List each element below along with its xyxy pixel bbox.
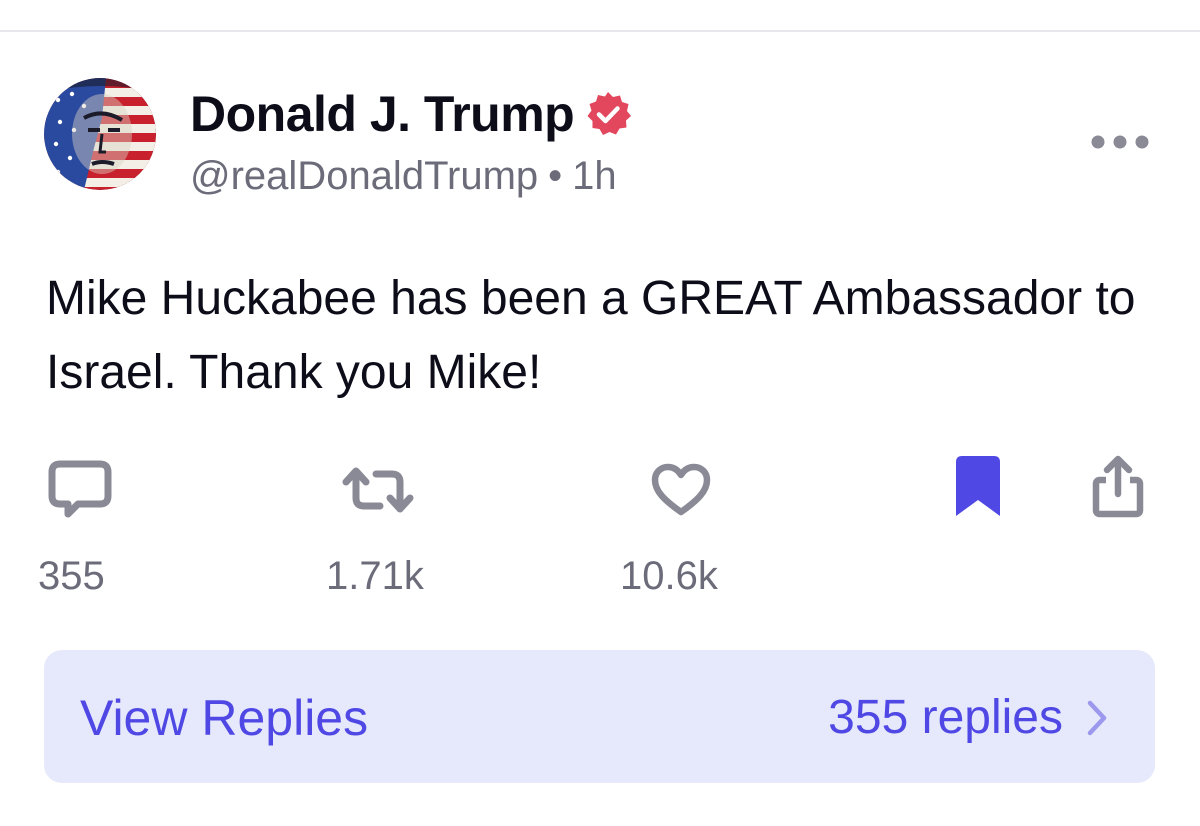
retruth-button[interactable] [340,462,416,523]
bookmark-filled-icon [956,456,1000,516]
view-replies-label: View Replies [80,690,369,746]
reply-count: 355 [38,554,105,598]
author-handle-row: @realDonaldTrump • 1h [190,150,617,202]
author-handle[interactable]: @realDonaldTrump [190,154,538,198]
verified-badge-icon [584,90,632,138]
view-replies-bar[interactable]: View Replies 355 replies [44,650,1155,783]
author-name-row: Donald J. Trump [190,84,632,144]
retruth-count: 1.71k [326,554,424,598]
like-button[interactable] [650,462,712,523]
repost-icon [342,467,414,513]
reply-button[interactable] [46,458,114,527]
post-text: Mike Huckabee has been a GREAT Ambassado… [46,272,1136,399]
more-options-button[interactable] [1088,124,1152,160]
more-horizontal-icon [1091,135,1149,149]
chevron-right-icon [1087,700,1107,736]
bookmark-button[interactable] [954,454,1002,525]
post-timestamp[interactable]: 1h [572,154,617,198]
truth-post-screen: Donald J. Trump @realDonaldTrump • 1h Mike… [0,0,1200,826]
author-name[interactable]: Donald J. Trump [190,84,575,144]
replies-count-label: 355 replies [828,691,1063,744]
share-button[interactable] [1090,454,1146,525]
share-icon [1092,455,1144,518]
like-count: 10.6k [620,554,718,598]
heart-icon [651,463,711,516]
separator-dot: • [548,154,563,198]
top-divider [0,30,1200,32]
author-avatar[interactable] [44,78,156,190]
comment-icon [48,460,112,518]
